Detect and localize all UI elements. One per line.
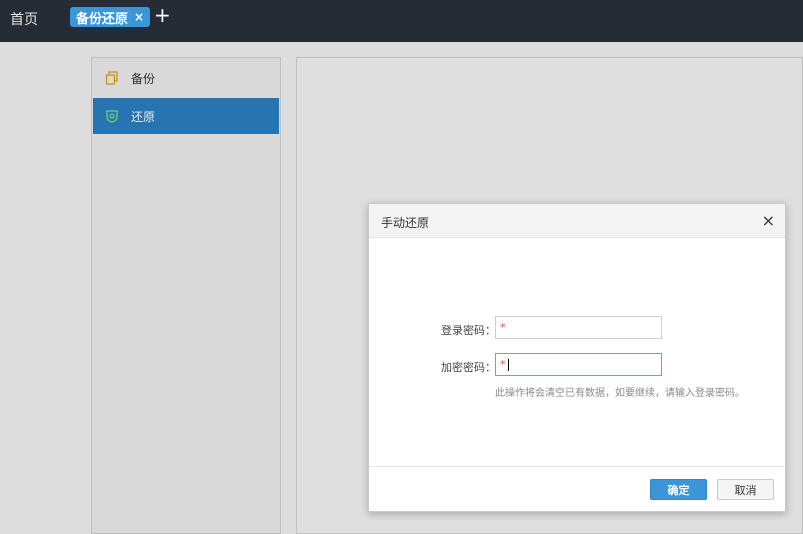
dialog-title: 手动还原	[381, 216, 430, 230]
dialog-header: 手动还原 ×	[369, 204, 785, 238]
tab-close-icon[interactable]: ×	[134, 11, 144, 23]
tab-backup-restore[interactable]: 备份还原 ×	[70, 7, 151, 27]
top-bar: 首页 备份还原 × +	[0, 0, 803, 42]
cancel-button[interactable]: 取消	[717, 479, 774, 500]
home-link[interactable]: 首页	[10, 9, 38, 29]
required-mark: *	[500, 358, 506, 371]
tab-label: 备份还原	[76, 11, 129, 27]
warning-hint: 此操作将会清空已有数据，如要继续，请输入登录密码。	[495, 388, 745, 399]
encryption-password-label: 加密密码：	[441, 361, 496, 374]
encryption-password-input[interactable]: *	[495, 353, 662, 376]
login-password-input[interactable]: *	[495, 316, 662, 339]
close-icon[interactable]: ×	[762, 211, 775, 230]
required-mark: *	[500, 321, 506, 334]
login-password-label: 登录密码：	[441, 324, 496, 337]
confirm-button[interactable]: 确定	[650, 479, 707, 500]
text-caret	[508, 359, 509, 371]
restore-dialog: 手动还原 × 登录密码： * 加密密码： * 此操作将会清空已有数据，如要继续，…	[368, 203, 786, 512]
dialog-divider	[369, 466, 785, 467]
add-tab-icon[interactable]: +	[154, 5, 171, 25]
